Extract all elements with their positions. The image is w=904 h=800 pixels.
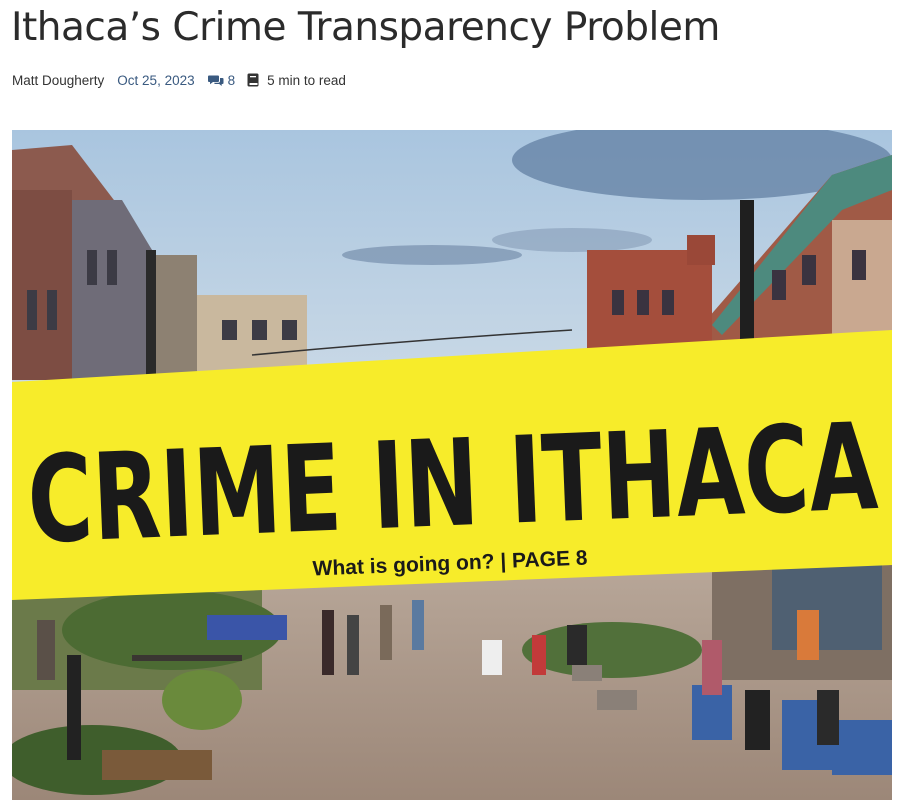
article-meta: Matt Dougherty Oct 25, 2023 8 5 min to r…	[12, 71, 346, 89]
comments-icon	[207, 75, 224, 86]
publish-date: Oct 25, 2023	[117, 72, 195, 88]
street-scene-illustration: CRIME IN ITHACA What is going on? | PAGE…	[12, 130, 892, 800]
read-time: 5 min to read	[247, 73, 346, 88]
author-link[interactable]: Matt Dougherty	[12, 73, 104, 88]
hero-image: CRIME IN ITHACA What is going on? | PAGE…	[12, 130, 892, 800]
comments-link[interactable]: 8	[207, 72, 236, 88]
book-icon	[247, 73, 259, 87]
comment-count: 8	[227, 72, 236, 88]
read-time-label: 5 min to read	[267, 72, 346, 88]
article-title: Ithaca’s Crime Transparency Problem	[11, 5, 720, 50]
